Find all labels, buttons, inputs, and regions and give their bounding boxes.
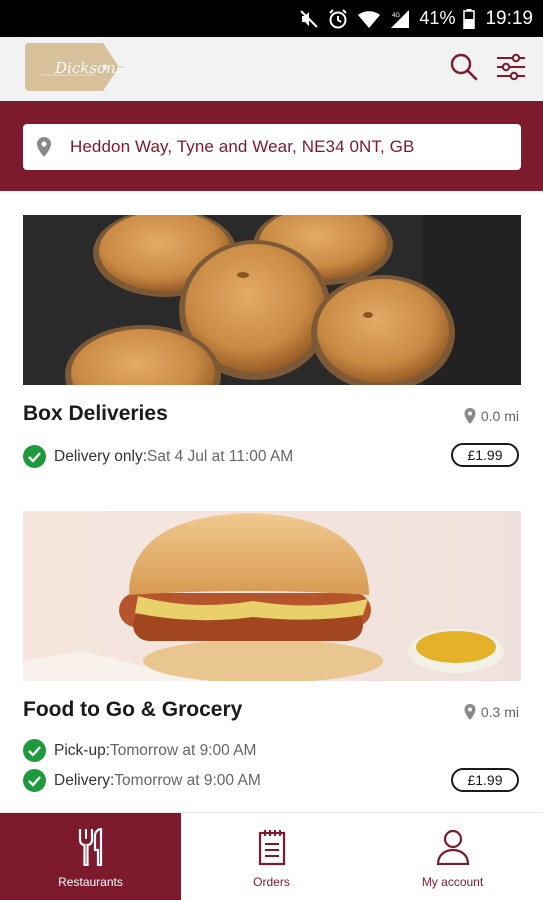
logo-text: Dicksons	[55, 59, 124, 77]
row-value: Sat 4 Jul at 11:00 AM	[147, 447, 294, 465]
filter-sliders-icon	[497, 53, 525, 81]
filter-button[interactable]	[491, 47, 531, 87]
check-circle-icon	[23, 445, 46, 468]
fork-knife-icon	[77, 827, 105, 867]
app-header: Dicksons	[0, 37, 543, 101]
row-value: Tomorrow at 9:00 AM	[110, 741, 257, 759]
search-button[interactable]	[444, 47, 484, 87]
alarm-icon	[327, 8, 349, 30]
nav-label: My account	[421, 875, 484, 889]
battery-percent: 41%	[419, 8, 456, 28]
availability-row: Pick-up: Tomorrow at 9:00 AM	[23, 739, 256, 762]
person-icon	[436, 827, 470, 867]
pies-image	[23, 215, 521, 385]
clock: 19:19	[485, 7, 533, 29]
dicksons-logo[interactable]: Dicksons	[25, 41, 123, 93]
location-pin-icon	[35, 136, 53, 158]
row-label: Pick-up:	[54, 741, 110, 759]
wifi-icon	[357, 9, 381, 29]
distance-value: 0.0 mi	[480, 408, 519, 424]
battery-icon	[463, 8, 476, 29]
svg-text:4G: 4G	[392, 13, 400, 19]
hotdog-sandwich-image	[23, 511, 521, 681]
status-bar: 4G 41% 19:19	[0, 0, 543, 37]
row-label: Delivery:	[54, 771, 115, 789]
restaurant-name: Food to Go & Grocery	[23, 698, 243, 721]
restaurant-card[interactable]: Box Deliveries 0.0 mi Delivery only: Sat…	[23, 215, 521, 468]
nav-label: Orders	[253, 875, 290, 889]
bottom-nav: Restaurants Orders My account	[0, 812, 543, 900]
clipboard-icon	[258, 827, 286, 867]
row-value: Tomorrow at 9:00 AM	[114, 771, 261, 789]
restaurant-name: Box Deliveries	[23, 402, 168, 425]
nav-my-account[interactable]: My account	[362, 813, 543, 900]
location-band: Heddon Way, Tyne and Wear, NE34 0NT, GB	[0, 101, 543, 191]
nav-label: Restaurants	[58, 875, 123, 889]
availability-row: Delivery only: Sat 4 Jul at 11:00 AM	[23, 445, 293, 468]
mute-icon	[299, 9, 319, 29]
availability-row: Delivery: Tomorrow at 9:00 AM	[23, 769, 261, 792]
check-circle-icon	[23, 739, 46, 762]
signal-icon: 4G	[389, 9, 411, 29]
nav-restaurants[interactable]: Restaurants	[0, 813, 181, 900]
location-pin-icon	[464, 704, 476, 720]
distance: 0.3 mi	[463, 703, 519, 721]
restaurant-card[interactable]: Food to Go & Grocery 0.3 mi Pick-up: Tom…	[23, 511, 521, 792]
location-address: Heddon Way, Tyne and Wear, NE34 0NT, GB	[70, 137, 415, 156]
search-icon	[450, 53, 478, 81]
distance: 0.0 mi	[463, 407, 519, 425]
location-field[interactable]: Heddon Way, Tyne and Wear, NE34 0NT, GB	[23, 124, 521, 170]
check-circle-icon	[23, 769, 46, 792]
distance-value: 0.3 mi	[480, 704, 519, 720]
nav-orders[interactable]: Orders	[181, 813, 362, 900]
location-pin-icon	[464, 408, 476, 424]
delivery-fee-badge: £1.99	[451, 768, 519, 792]
delivery-fee-badge: £1.99	[451, 443, 519, 467]
row-label: Delivery only:	[54, 447, 148, 465]
